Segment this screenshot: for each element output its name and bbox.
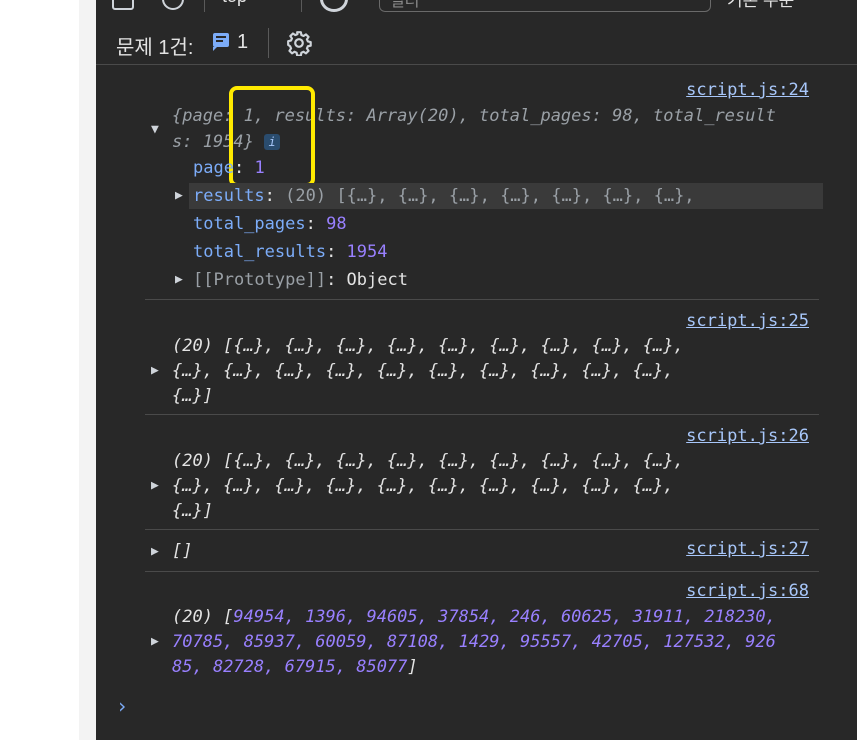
issues-label: 문제 1건: <box>116 37 194 59</box>
live-expression-eye-icon[interactable] <box>320 0 348 12</box>
expand-triangle-icon[interactable]: ▶ <box>175 272 183 287</box>
array-preview-line[interactable]: (20) [94954, 1396, 94605, 37854, 246, 60… <box>172 604 776 630</box>
expand-triangle-icon[interactable]: ▶ <box>151 634 159 649</box>
console-toolbar: top 필터 기본 수준 <box>96 0 857 16</box>
settings-gear-icon[interactable] <box>286 30 312 56</box>
array-preview-line[interactable]: {…}, {…}, {…}, {…}, {…}, {…}, {…}, {…}, … <box>172 358 674 384</box>
toolbar-separator <box>204 0 205 12</box>
panel-resize-handle[interactable] <box>79 0 96 740</box>
expand-triangle-icon[interactable]: ▼ <box>151 122 159 137</box>
devtools-console-panel: top 필터 기본 수준 문제 1건: 1 script.js:24 ▼ {pa… <box>96 0 857 740</box>
filter-placeholder: 필터 <box>390 0 420 10</box>
page-background <box>0 0 79 740</box>
console-message: script.js:27 ▶ [] <box>145 529 819 572</box>
filter-input[interactable]: 필터 <box>379 0 711 12</box>
issues-separator <box>268 28 269 58</box>
property-row: total_pages: 98 <box>193 214 347 234</box>
context-selector[interactable]: top <box>222 0 247 7</box>
source-link[interactable]: script.js:24 <box>686 80 809 100</box>
array-preview-line[interactable]: (20) [{…}, {…}, {…}, {…}, {…}, {…}, {…},… <box>172 333 684 359</box>
array-preview-line[interactable]: (20) [{…}, {…}, {…}, {…}, {…}, {…}, {…},… <box>172 448 684 474</box>
clear-console-icon[interactable] <box>162 0 184 10</box>
source-link[interactable]: script.js:27 <box>686 539 809 559</box>
sidebar-toggle-icon[interactable] <box>112 0 134 10</box>
property-row[interactable]: [[Prototype]]: Object <box>193 267 408 293</box>
property-row[interactable]: results: (20) [{…}, {…}, {…}, {…}, {…}, … <box>193 183 695 209</box>
issues-bar: 문제 1건: 1 <box>96 22 857 65</box>
array-preview-line[interactable]: 70785, 85937, 60059, 87108, 1429, 95557,… <box>172 629 776 655</box>
expand-triangle-icon[interactable]: ▶ <box>151 544 159 559</box>
property-row: page: 1 <box>193 158 265 178</box>
console-prompt[interactable]: › <box>116 694 128 718</box>
log-levels-dropdown[interactable]: 기본 수준 <box>727 0 794 11</box>
issues-message-icon[interactable] <box>213 33 229 51</box>
expand-triangle-icon[interactable]: ▶ <box>175 188 183 203</box>
array-preview-line[interactable]: {…}, {…}, {…}, {…}, {…}, {…}, {…}, {…}, … <box>172 473 674 499</box>
array-preview-line[interactable]: {…}] <box>172 498 213 524</box>
console-message: script.js:25 ▶ (20) [{…}, {…}, {…}, {…},… <box>145 299 819 415</box>
array-preview-line[interactable]: {…}] <box>172 383 213 409</box>
property-row: total_results: 1954 <box>193 242 388 262</box>
console-message: script.js:24 ▼ {page: 1, results: Array(… <box>145 66 823 300</box>
source-link[interactable]: script.js:26 <box>686 426 809 446</box>
issues-count[interactable]: 1 <box>237 31 248 54</box>
expand-triangle-icon[interactable]: ▶ <box>151 478 159 493</box>
source-link[interactable]: script.js:25 <box>686 311 809 331</box>
console-message: script.js:26 ▶ (20) [{…}, {…}, {…}, {…},… <box>145 414 819 530</box>
array-preview-line[interactable]: 85, 82728, 67915, 85077] <box>172 654 418 680</box>
toolbar-separator <box>301 0 302 12</box>
source-link[interactable]: script.js:68 <box>686 581 809 601</box>
console-message: script.js:68 ▶ (20) [94954, 1396, 94605,… <box>145 571 819 681</box>
expand-triangle-icon[interactable]: ▶ <box>151 363 159 378</box>
array-preview-line[interactable]: [] <box>172 538 192 564</box>
